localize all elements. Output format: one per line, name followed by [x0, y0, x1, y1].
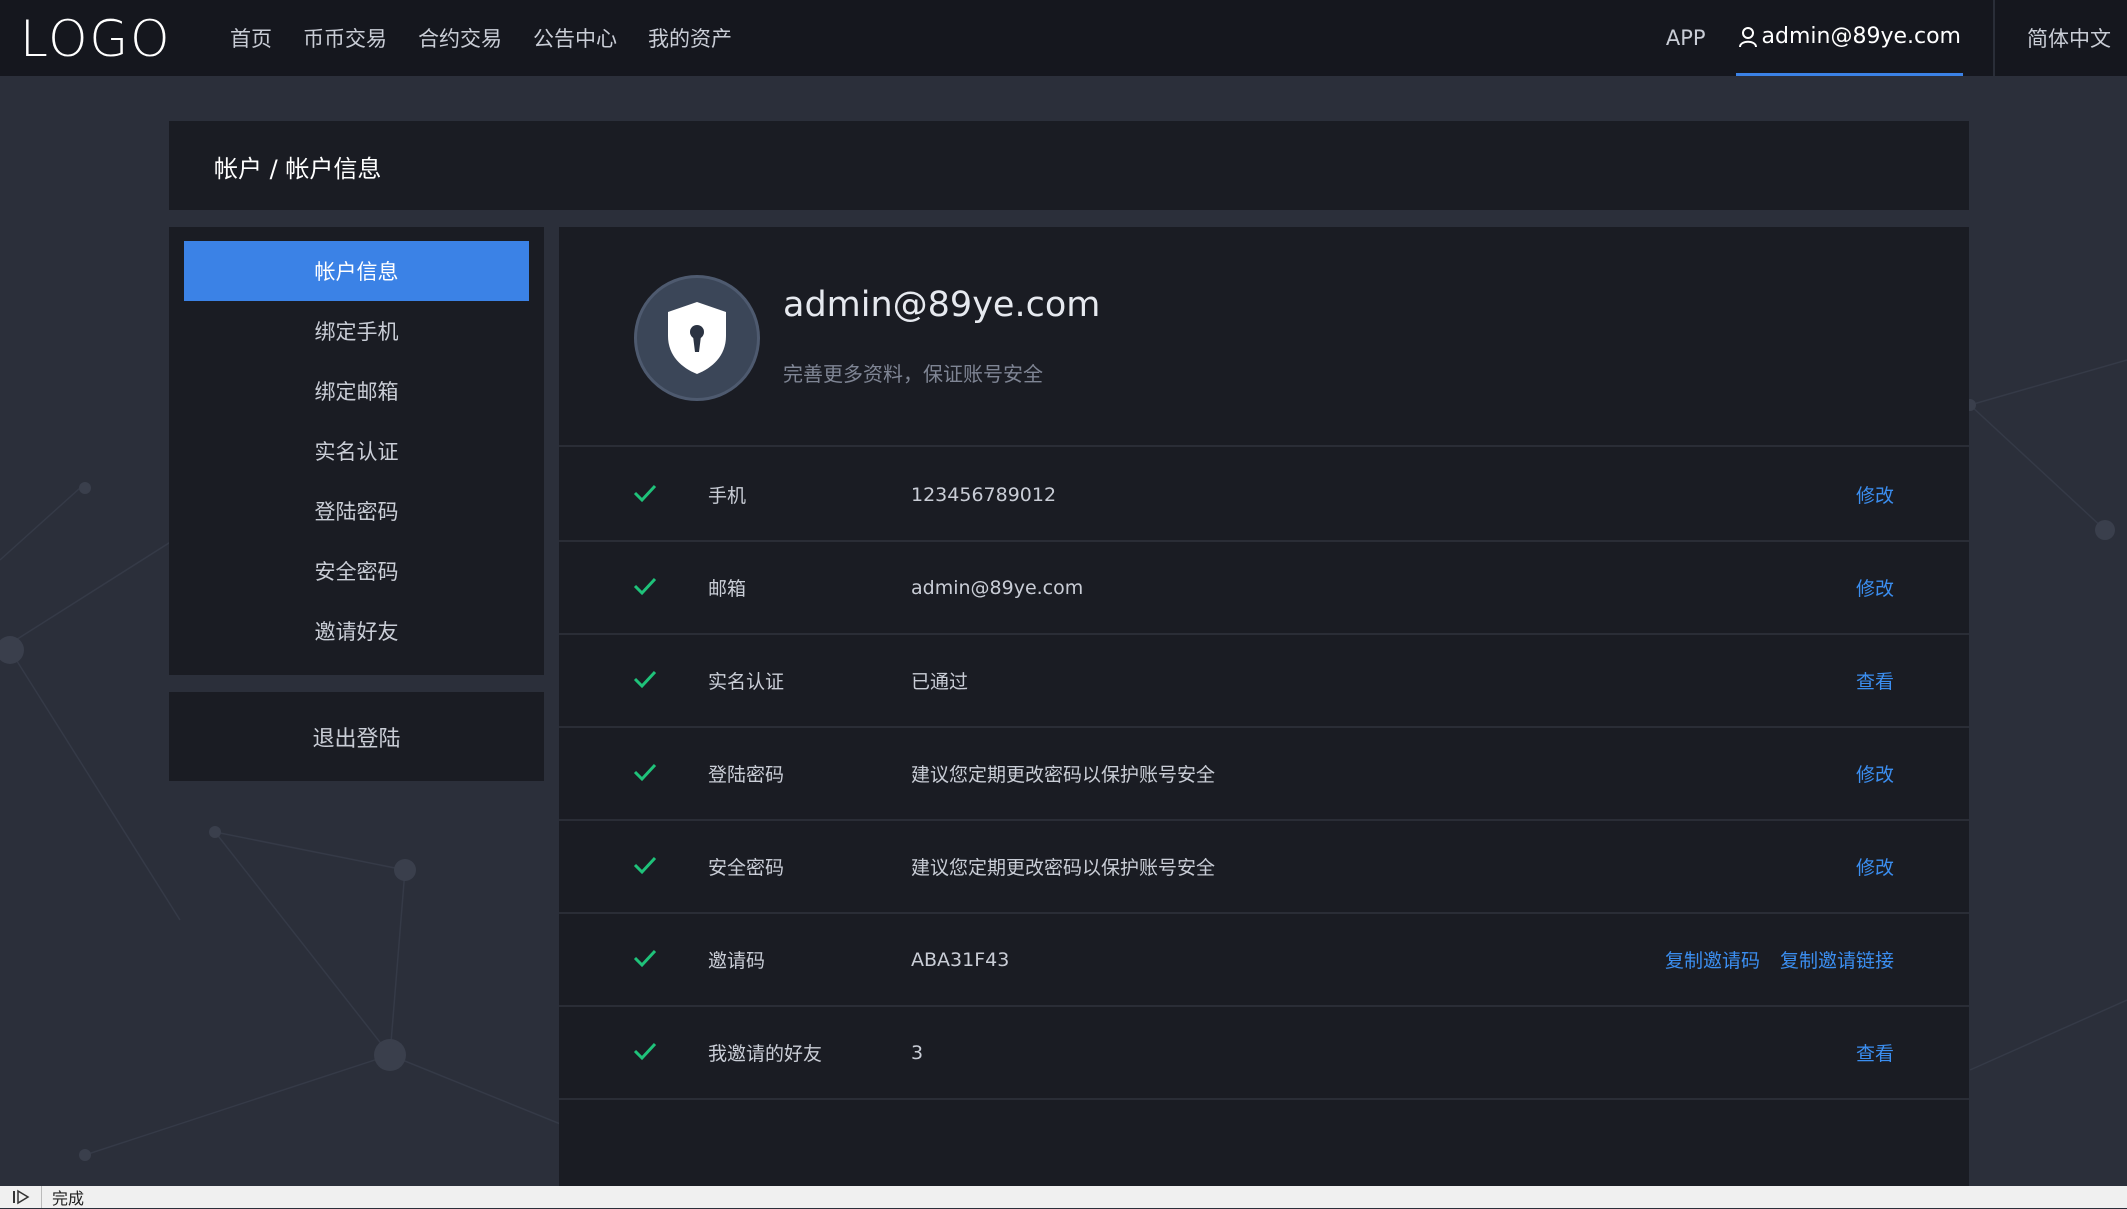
logout-button[interactable]: 退出登陆: [169, 692, 544, 781]
edit-security-password-link[interactable]: 修改: [1856, 853, 1894, 880]
profile-subtitle: 完善更多资料，保证账号安全: [783, 362, 1043, 386]
account-info-panel: admin@89ye.com 完善更多资料，保证账号安全 手机 12345678…: [559, 227, 1969, 1187]
info-row-security-password: 安全密码 建议您定期更改密码以保护账号安全 修改: [559, 821, 1969, 914]
row-label: 手机: [708, 485, 747, 507]
nav-spot-trading[interactable]: 币币交易: [303, 23, 387, 53]
app-link[interactable]: APP: [1666, 26, 1706, 50]
sidebar-item-account-info[interactable]: 帐户信息: [184, 241, 529, 301]
row-label: 邀请码: [708, 950, 766, 972]
profile-header: admin@89ye.com 完善更多资料，保证账号安全: [559, 227, 1969, 447]
breadcrumb: 帐户 / 帐户信息: [214, 155, 382, 183]
main-nav: 首页 币币交易 合约交易 公告中心 我的资产: [230, 0, 763, 76]
sidebar-item-real-name[interactable]: 实名认证: [184, 421, 529, 481]
edit-email-link[interactable]: 修改: [1856, 574, 1894, 601]
info-row-invite-code: 邀请码 ABA31F43 复制邀请码 复制邀请链接: [559, 914, 1969, 1007]
info-row-login-password: 登陆密码 建议您定期更改密码以保护账号安全 修改: [559, 728, 1969, 821]
row-value: 123456789012: [911, 483, 1057, 506]
browser-status-bar: 完成: [0, 1186, 2127, 1208]
row-label: 我邀请的好友: [708, 1043, 823, 1065]
copy-invite-code-link[interactable]: 复制邀请码: [1665, 946, 1760, 973]
check-icon: [633, 856, 657, 875]
sidebar-item-login-password[interactable]: 登陆密码: [184, 481, 529, 541]
row-value: ABA31F43: [911, 948, 1010, 971]
top-right-area: APP admin@89ye.com 简体中文: [1666, 0, 2127, 76]
row-label: 实名认证: [708, 671, 785, 693]
edit-login-password-link[interactable]: 修改: [1856, 760, 1894, 787]
nav-home[interactable]: 首页: [230, 23, 272, 53]
user-menu[interactable]: admin@89ye.com: [1735, 0, 1963, 76]
row-value: 建议您定期更改密码以保护账号安全: [911, 857, 1216, 879]
check-icon: [633, 1042, 657, 1061]
check-icon: [633, 763, 657, 782]
info-row-email: 邮箱 admin@89ye.com 修改: [559, 542, 1969, 635]
profile-name: admin@89ye.com: [783, 285, 1101, 325]
status-play-icon: [0, 1186, 42, 1208]
nav-announcements[interactable]: 公告中心: [533, 23, 617, 53]
row-value: admin@89ye.com: [911, 576, 1084, 599]
info-row-invited-friends: 我邀请的好友 3 查看: [559, 1007, 1969, 1100]
nav-my-assets[interactable]: 我的资产: [648, 23, 732, 53]
top-navbar: LOGO 首页 币币交易 合约交易 公告中心 我的资产 APP admin@89…: [0, 0, 2127, 76]
row-label: 登陆密码: [708, 764, 785, 786]
sidebar-item-bind-phone[interactable]: 绑定手机: [184, 301, 529, 361]
info-row-phone: 手机 123456789012 修改: [559, 449, 1969, 542]
user-email: admin@89ye.com: [1761, 24, 1961, 49]
avatar: [634, 275, 760, 401]
status-text: 完成: [52, 1189, 85, 1208]
nav-contract-trading[interactable]: 合约交易: [418, 23, 502, 53]
sidebar-item-bind-email[interactable]: 绑定邮箱: [184, 361, 529, 421]
view-invited-friends-link[interactable]: 查看: [1856, 1039, 1894, 1066]
account-info-list: 手机 123456789012 修改 邮箱 admin@89ye.com 修改 …: [559, 449, 1969, 1100]
sidebar-item-security-password[interactable]: 安全密码: [184, 541, 529, 601]
language-selector[interactable]: 简体中文: [1995, 23, 2127, 53]
user-icon: [1738, 26, 1757, 47]
row-value: 已通过: [911, 671, 969, 693]
sidebar-item-invite-friends[interactable]: 邀请好友: [184, 601, 529, 661]
view-real-name-link[interactable]: 查看: [1856, 667, 1894, 694]
check-icon: [633, 484, 657, 503]
shield-lock-icon: [668, 302, 726, 374]
info-row-real-name: 实名认证 已通过 查看: [559, 635, 1969, 728]
check-icon: [633, 949, 657, 968]
row-value: 3: [911, 1041, 924, 1064]
edit-phone-link[interactable]: 修改: [1856, 481, 1894, 508]
breadcrumb-panel: 帐户 / 帐户信息: [169, 121, 1969, 210]
copy-invite-link-link[interactable]: 复制邀请链接: [1780, 946, 1894, 973]
sidebar: 帐户信息 绑定手机 绑定邮箱 实名认证 登陆密码 安全密码 邀请好友: [169, 227, 544, 675]
row-label: 邮箱: [708, 578, 747, 600]
logo[interactable]: LOGO: [20, 10, 172, 68]
check-icon: [633, 670, 657, 689]
row-label: 安全密码: [708, 857, 785, 879]
check-icon: [633, 577, 657, 596]
row-value: 建议您定期更改密码以保护账号安全: [911, 764, 1216, 786]
